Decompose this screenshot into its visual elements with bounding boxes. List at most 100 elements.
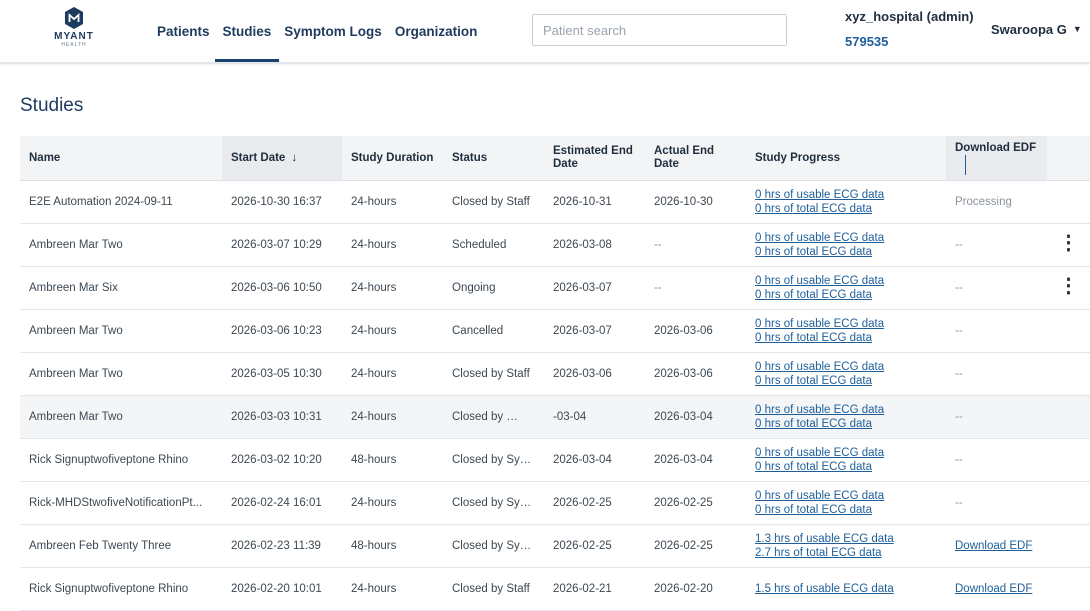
table-row[interactable]: Ambreen Mar Two 2026-03-03 10:31 24-hours C… <box>20 395 1090 439</box>
cell-start-date: 2026-03-02 10:20 <box>222 438 342 482</box>
cell-actions <box>1047 524 1090 568</box>
usable-ecg-link[interactable]: 0 hrs of usable ECG data <box>755 188 937 202</box>
table-row[interactable]: Rick Signuptwofiveptone Rhino 2026-03-02 … <box>20 438 1090 482</box>
cell-status: Closed by Closed by Staff <box>443 395 544 439</box>
status-text: Ongoing <box>452 282 496 294</box>
cell-status: Closed by Staff <box>443 567 544 611</box>
cell-start-date: 2026-03-06 10:50 <box>222 266 342 310</box>
download-status: -- <box>955 368 963 380</box>
nav-tab-patients[interactable]: Patients <box>157 0 210 62</box>
cell-actual-end-date: 2026-02-20 <box>645 567 746 611</box>
table-row[interactable]: Rick Signuptwofiveptone Rhino 2026-02-20 … <box>20 567 1090 611</box>
nav-tab-organization[interactable]: Organization <box>395 0 478 62</box>
usable-ecg-link[interactable]: 1.5 hrs of usable ECG data <box>755 582 937 596</box>
column-header-study-duration[interactable]: Study Duration <box>342 136 443 181</box>
cell-study-name: Rick-MHDStwofiveNotificationPt... <box>20 481 222 525</box>
column-header-status[interactable]: Status <box>443 136 544 181</box>
cell-download-edf: Download EDF <box>946 567 1047 611</box>
column-header-actual-end-date[interactable]: Actual End Date <box>645 136 746 181</box>
myant-logo[interactable]: MYANT HEALTH <box>48 6 100 50</box>
usable-ecg-link[interactable]: 0 hrs of usable ECG data <box>755 489 937 503</box>
column-resize-handle[interactable] <box>965 154 966 175</box>
table-row[interactable]: Ambreen Mar Six 2026-03-06 10:50 24-hours O… <box>20 266 1090 310</box>
cell-download-edf: -- <box>946 309 1047 353</box>
page-title: Studies <box>20 95 84 116</box>
usable-ecg-link[interactable]: 1.3 hrs of usable ECG data <box>755 532 937 546</box>
cell-actual-end-date: 2026-02-25 <box>645 524 746 568</box>
cell-study-progress: 0 hrs of usable ECG data 0 hrs of total E… <box>746 266 946 310</box>
column-header-study-progress[interactable]: Study Progress <box>746 136 946 181</box>
table-row[interactable]: E2E Automation 2024-09-11 2026-10-30 16:3… <box>20 180 1090 224</box>
total-ecg-link[interactable]: 0 hrs of total ECG data <box>755 288 937 302</box>
cell-study-name: Ambreen Feb Twenty Three <box>20 524 222 568</box>
nav-tab-symptom-logs[interactable]: Symptom Logs <box>284 0 382 62</box>
table-row[interactable]: Rick-MHDStwofiveNotificationPt... 2026-02… <box>20 481 1090 525</box>
total-ecg-link[interactable]: 0 hrs of total ECG data <box>755 331 937 345</box>
cell-actions <box>1047 180 1090 224</box>
column-header-start-date[interactable]: Start Date ↓ <box>222 136 342 181</box>
cell-actual-end-date: 2026-10-30 <box>645 180 746 224</box>
usable-ecg-link[interactable]: 0 hrs of usable ECG data <box>755 231 937 245</box>
cell-actions <box>1047 395 1090 439</box>
cell-study-name: Ambreen Mar Two <box>20 309 222 353</box>
nav-tab-studies[interactable]: Studies <box>214 0 280 62</box>
table-row[interactable]: Ambreen Feb Twenty Three 2026-02-23 11:39… <box>20 524 1090 568</box>
status-text: Closed by Sys... <box>452 540 536 552</box>
status-text: Scheduled <box>452 239 507 251</box>
column-header-actions <box>1047 136 1090 181</box>
table-row[interactable]: Ambreen Mar Two 2026-03-06 10:23 24-hours C… <box>20 309 1090 353</box>
kebab-menu-icon[interactable]: ⋮ <box>1059 275 1079 297</box>
table-row[interactable]: Ambreen Mar Two 2026-03-07 10:29 24-hours S… <box>20 223 1090 267</box>
status-text: Closed by <box>452 411 504 423</box>
organization-name: xyz_hospital (admin) <box>845 9 974 24</box>
column-header-name[interactable]: Name <box>20 136 222 181</box>
total-ecg-link[interactable]: 0 hrs of total ECG data <box>755 417 937 431</box>
usable-ecg-link[interactable]: 0 hrs of usable ECG data <box>755 360 937 374</box>
status-text: Closed by Sys... <box>452 497 536 509</box>
cell-actions <box>1047 352 1090 396</box>
download-status: -- <box>955 239 963 251</box>
usable-ecg-link[interactable]: 0 hrs of usable ECG data <box>755 446 937 460</box>
kebab-menu-icon[interactable]: ⋮ <box>1059 232 1079 254</box>
download-edf-link[interactable]: Download EDF <box>955 582 1038 596</box>
status-tooltip: Closed by Staff <box>500 411 544 427</box>
cell-status: Scheduled <box>443 223 544 267</box>
column-header-estimated-end-date[interactable]: Estimated End Date <box>544 136 645 181</box>
column-header-download-edf[interactable]: Download EDF <box>946 136 1047 181</box>
usable-ecg-link[interactable]: 0 hrs of usable ECG data <box>755 274 937 288</box>
cell-start-date: 2026-02-24 16:01 <box>222 481 342 525</box>
cell-download-edf: -- <box>946 223 1047 267</box>
cell-actual-end-date: -- <box>645 223 746 267</box>
total-ecg-link[interactable]: 0 hrs of total ECG data <box>755 245 937 259</box>
table-row[interactable]: Ambreen Mar Two 2026-03-05 10:30 24-hours C… <box>20 352 1090 396</box>
cell-actions <box>1047 438 1090 482</box>
cell-study-progress: 1.5 hrs of usable ECG data <box>746 567 946 611</box>
cell-estimated-end-date: 2026-03-07 <box>544 266 645 310</box>
arrow-down-icon: ↓ <box>291 150 298 164</box>
download-edf-link[interactable]: Download EDF <box>955 539 1038 553</box>
download-status: -- <box>955 454 963 466</box>
usable-ecg-link[interactable]: 0 hrs of usable ECG data <box>755 403 937 417</box>
cell-study-duration: 24-hours <box>342 223 443 267</box>
total-ecg-link[interactable]: 0 hrs of total ECG data <box>755 374 937 388</box>
total-ecg-link[interactable]: 0 hrs of total ECG data <box>755 503 937 517</box>
patient-search-input[interactable] <box>532 14 787 46</box>
total-ecg-link[interactable]: 0 hrs of total ECG data <box>755 460 937 474</box>
cell-estimated-end-date: 2026-03-04 <box>544 438 645 482</box>
usable-ecg-link[interactable]: 0 hrs of usable ECG data <box>755 317 937 331</box>
total-ecg-link[interactable]: 2.7 hrs of total ECG data <box>755 546 937 560</box>
cell-start-date: 2026-03-07 10:29 <box>222 223 342 267</box>
cell-download-edf: -- <box>946 352 1047 396</box>
download-status: -- <box>955 497 963 509</box>
cell-study-name: Ambreen Mar Two <box>20 223 222 267</box>
cell-study-duration: 24-hours <box>342 395 443 439</box>
cell-status: Cancelled <box>443 309 544 353</box>
user-menu[interactable]: Swaroopa G ▼ <box>991 22 1082 37</box>
cell-status: Closed by Sys... <box>443 481 544 525</box>
cell-estimated-end-date: 2026-02-21 <box>544 567 645 611</box>
total-ecg-link[interactable]: 0 hrs of total ECG data <box>755 202 937 216</box>
status-text: Cancelled <box>452 325 504 337</box>
cell-study-progress: 0 hrs of usable ECG data 0 hrs of total E… <box>746 481 946 525</box>
cell-actual-end-date: 2026-03-06 <box>645 309 746 353</box>
cell-actions <box>1047 567 1090 611</box>
